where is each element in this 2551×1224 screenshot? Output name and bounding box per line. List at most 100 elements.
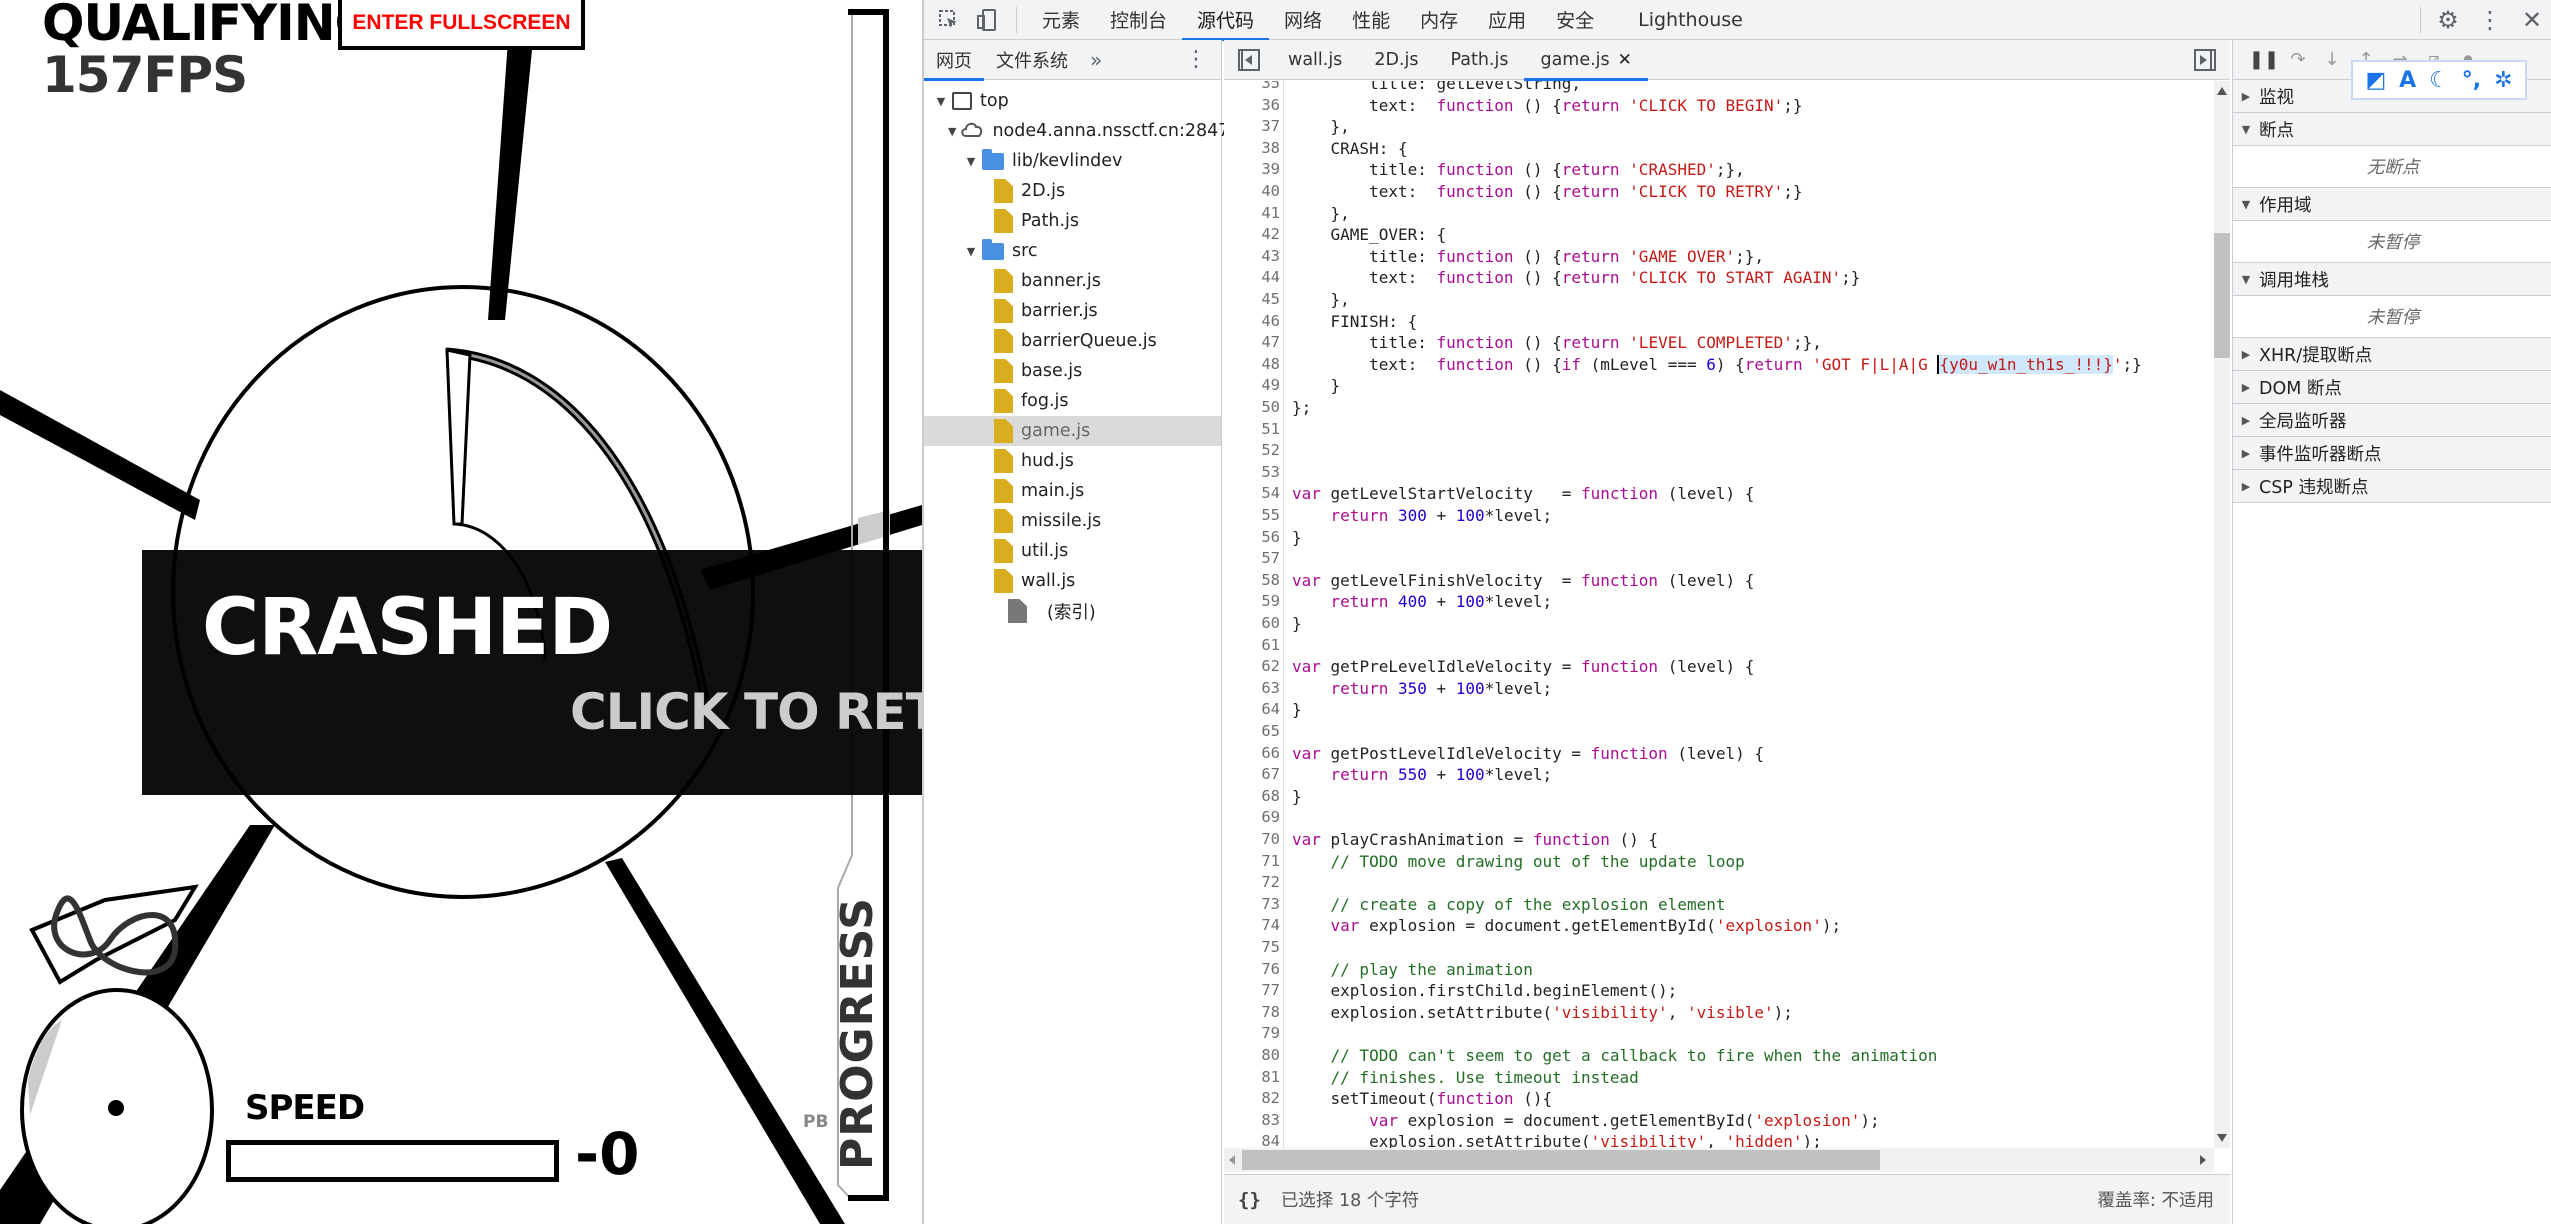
line-number[interactable]: 81	[1224, 1067, 1280, 1089]
section-header[interactable]: ▶ DOM 断点	[2233, 371, 2551, 404]
code-line[interactable]: 81 // finishes. Use timeout instead	[1224, 1067, 2214, 1089]
line-number[interactable]: 69	[1224, 807, 1280, 829]
code-line[interactable]: 52	[1224, 440, 2214, 462]
code-line[interactable]: 43 title: function () {return 'GAME OVER…	[1224, 246, 2214, 268]
code-line[interactable]: 64}	[1224, 699, 2214, 721]
collapse-triangle-icon[interactable]: ▼	[2233, 198, 2259, 211]
collapse-triangle-icon[interactable]: ▼	[2233, 123, 2259, 136]
code-line[interactable]: 76 // play the animation	[1224, 959, 2214, 981]
line-number[interactable]: 62	[1224, 656, 1280, 678]
line-number[interactable]: 56	[1224, 527, 1280, 549]
code-line[interactable]: 80 // TODO can't seem to get a callback …	[1224, 1045, 2214, 1067]
section-header[interactable]: ▶ 全局监听器	[2233, 404, 2551, 437]
expand-triangle-icon[interactable]: ▶	[2233, 381, 2259, 394]
line-number[interactable]: 73	[1224, 894, 1280, 916]
step-into-icon[interactable]: ↓	[2315, 45, 2349, 75]
tree-item[interactable]: barrierQueue.js	[924, 326, 1221, 356]
tab-panel-0[interactable]: 元素	[1027, 0, 1095, 40]
code-line[interactable]: 36 text: function () {return 'CLICK TO B…	[1224, 95, 2214, 117]
section-header[interactable]: ▶ 事件监听器断点	[2233, 437, 2551, 470]
code-line[interactable]: 42 GAME_OVER: {	[1224, 224, 2214, 246]
code-line[interactable]: 47 title: function () {return 'LEVEL COM…	[1224, 332, 2214, 354]
code-line[interactable]: 54 var getLevelStartVelocity = function (…	[1224, 483, 2214, 505]
code-line[interactable]: 35 title: getLevelString,	[1224, 81, 2214, 95]
line-number[interactable]: 59	[1224, 591, 1280, 613]
code-line[interactable]: 53	[1224, 462, 2214, 484]
line-number[interactable]: 52	[1224, 440, 1280, 462]
code-line[interactable]: 70 var playCrashAnimation = function () {	[1224, 829, 2214, 851]
dark-mode-icon[interactable]: ☾	[2429, 68, 2449, 93]
line-number[interactable]: 36	[1224, 95, 1280, 117]
section-header[interactable]: ▶ XHR/提取断点	[2233, 338, 2551, 371]
tab-lighthouse[interactable]: Lighthouse	[1623, 0, 1758, 40]
expand-triangle-icon[interactable]: ▶	[2233, 348, 2259, 361]
code-line[interactable]: 39 title: function () {return 'CRASHED';…	[1224, 159, 2214, 181]
line-number[interactable]: 84	[1224, 1131, 1280, 1148]
code-line[interactable]: 46 FINISH: {	[1224, 311, 2214, 333]
tab-panel-5[interactable]: 内存	[1405, 0, 1473, 40]
line-number[interactable]: 68	[1224, 786, 1280, 808]
code-line[interactable]: 49 }	[1224, 375, 2214, 397]
horizontal-scroll-thumb[interactable]	[1242, 1150, 1880, 1170]
code-line[interactable]: 61	[1224, 635, 2214, 657]
line-number[interactable]: 41	[1224, 203, 1280, 225]
scroll-right-arrow-icon[interactable]	[2200, 1155, 2206, 1165]
code-line[interactable]: 44 text: function () {return 'CLICK TO S…	[1224, 267, 2214, 289]
close-devtools-icon[interactable]: ✕	[2511, 0, 2551, 40]
game-canvas[interactable]: QUALIFYING 157FPS ENTER FULLSCREEN CRASH…	[0, 0, 922, 1224]
code-line[interactable]: 73 // create a copy of the explosion ele…	[1224, 894, 2214, 916]
line-number[interactable]: 70	[1224, 829, 1280, 851]
line-number[interactable]: 75	[1224, 937, 1280, 959]
line-number[interactable]: 79	[1224, 1023, 1280, 1045]
line-number[interactable]: 40	[1224, 181, 1280, 203]
scroll-left-arrow-icon[interactable]	[1229, 1155, 1235, 1165]
tree-item[interactable]: fog.js	[924, 386, 1221, 416]
line-number[interactable]: 83	[1224, 1110, 1280, 1132]
code-line[interactable]: 38 CRASH: {	[1224, 138, 2214, 160]
pretty-print-icon[interactable]: {}	[1238, 1189, 1261, 1211]
ext-settings-icon[interactable]: ✲	[2494, 68, 2512, 93]
vertical-scrollbar[interactable]	[2214, 81, 2230, 1148]
code-line[interactable]: 78 explosion.setAttribute('visibility', …	[1224, 1002, 2214, 1024]
vertical-scroll-thumb[interactable]	[2214, 233, 2230, 358]
tree-item[interactable]: ▼ node4.anna.nssctf.cn:28478	[924, 116, 1241, 146]
tab-page[interactable]: 网页	[924, 40, 984, 81]
tree-item[interactable]: ▼ top	[924, 86, 1221, 116]
tree-item[interactable]: util.js	[924, 536, 1221, 566]
tree-item[interactable]: missile.js	[924, 506, 1221, 536]
line-number[interactable]: 48	[1224, 354, 1280, 376]
line-number[interactable]: 64	[1224, 699, 1280, 721]
tab-panel-1[interactable]: 控制台	[1095, 0, 1182, 40]
code-line[interactable]: 75	[1224, 937, 2214, 959]
tree-item[interactable]: ▼ lib/kevlindev	[924, 146, 1221, 176]
step-over-icon[interactable]: ↷	[2281, 45, 2315, 75]
code-line[interactable]: 50};	[1224, 397, 2214, 419]
code-line[interactable]: 56}	[1224, 527, 2214, 549]
code-line[interactable]: 41 },	[1224, 203, 2214, 225]
line-number[interactable]: 66	[1224, 743, 1280, 765]
collapse-triangle-icon[interactable]: ▼	[2233, 273, 2259, 286]
tab-panel-7[interactable]: 安全	[1541, 0, 1609, 40]
line-number[interactable]: 63	[1224, 678, 1280, 700]
code-line[interactable]: 83 var explosion = document.getElementBy…	[1224, 1110, 2214, 1132]
code-line[interactable]: 67 return 550 + 100*level;	[1224, 764, 2214, 786]
line-number[interactable]: 35	[1224, 81, 1280, 95]
editor-tab[interactable]: 2D.js	[1358, 40, 1434, 80]
code-line[interactable]: 62 var getPreLevelIdleVelocity = function…	[1224, 656, 2214, 678]
code-line[interactable]: 82 setTimeout(function (){	[1224, 1088, 2214, 1110]
font-icon[interactable]: A	[2399, 68, 2416, 93]
line-number[interactable]: 44	[1224, 267, 1280, 289]
line-number[interactable]: 74	[1224, 915, 1280, 937]
section-header[interactable]: ▼ 断点	[2233, 113, 2551, 146]
expand-arrow-icon[interactable]: ▼	[934, 95, 948, 108]
tree-item[interactable]: Path.js	[924, 206, 1221, 236]
tab-panel-3[interactable]: 网络	[1269, 0, 1337, 40]
expand-arrow-icon[interactable]: ▼	[964, 155, 978, 168]
line-number[interactable]: 61	[1224, 635, 1280, 657]
expand-arrow-icon[interactable]: ▼	[948, 125, 956, 138]
code-line[interactable]: 71 // TODO move drawing out of the updat…	[1224, 851, 2214, 873]
toggle-debugger-icon[interactable]	[2194, 49, 2216, 71]
scroll-up-arrow-icon[interactable]	[2217, 87, 2227, 95]
line-number[interactable]: 67	[1224, 764, 1280, 786]
line-number[interactable]: 38	[1224, 138, 1280, 160]
